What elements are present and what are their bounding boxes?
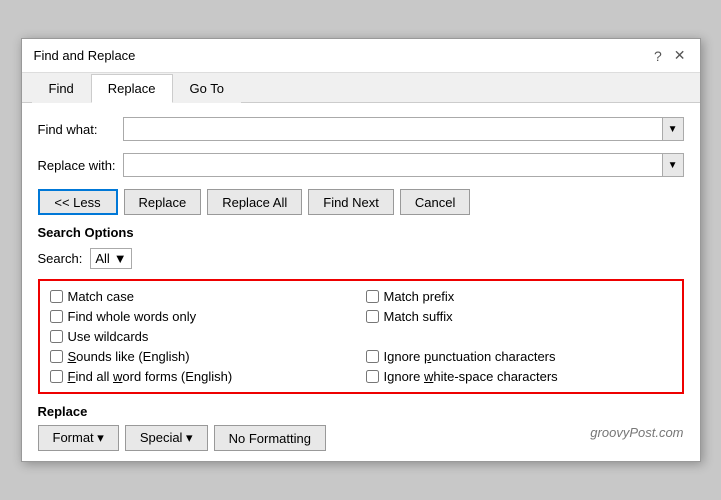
- search-select-arrow: ▼: [114, 251, 127, 266]
- match-prefix-label[interactable]: Match prefix: [384, 289, 455, 304]
- less-button[interactable]: << Less: [38, 189, 118, 215]
- ignore-punct-checkbox[interactable]: [366, 350, 379, 363]
- no-formatting-button[interactable]: No Formatting: [214, 425, 326, 451]
- match-prefix-item: Match prefix: [366, 289, 672, 304]
- find-what-label: Find what:: [38, 122, 123, 137]
- replace-with-dropdown[interactable]: ▼: [662, 154, 683, 176]
- replace-with-input-wrap: ▼: [123, 153, 684, 177]
- sounds-like-label[interactable]: Sounds like (English): [68, 349, 190, 364]
- word-forms-label[interactable]: Find all word forms (English): [68, 369, 233, 384]
- search-value: All: [95, 251, 109, 266]
- help-button[interactable]: ?: [652, 48, 664, 64]
- close-button[interactable]: ✕: [672, 47, 688, 64]
- sounds-like-item: Sounds like (English): [50, 349, 356, 364]
- dialog-content: Find what: ▼ Replace with: ▼ << Less Rep…: [22, 103, 700, 461]
- wildcards-checkbox[interactable]: [50, 330, 63, 343]
- format-button[interactable]: Format ▾: [38, 425, 119, 451]
- replace-section-title: Replace: [38, 404, 684, 419]
- word-forms-checkbox[interactable]: [50, 370, 63, 383]
- ignore-punct-item: Ignore punctuation characters: [366, 349, 672, 364]
- whole-words-checkbox[interactable]: [50, 310, 63, 323]
- cancel-button[interactable]: Cancel: [400, 189, 470, 215]
- title-icons: ? ✕: [652, 47, 688, 64]
- replace-buttons-row: Format ▾ Special ▾ No Formatting groovyP…: [38, 425, 684, 451]
- ignore-space-label[interactable]: Ignore white-space characters: [384, 369, 558, 384]
- replace-with-label: Replace with:: [38, 158, 123, 173]
- sounds-like-checkbox[interactable]: [50, 350, 63, 363]
- search-options-title: Search Options: [38, 225, 684, 240]
- find-replace-dialog: Find and Replace ? ✕ Find Replace Go To …: [21, 38, 701, 462]
- replace-section: Replace Format ▾ Special ▾ No Formatting…: [38, 404, 684, 451]
- search-row: Search: All ▼: [38, 248, 684, 269]
- find-what-dropdown[interactable]: ▼: [662, 118, 683, 140]
- tabs: Find Replace Go To: [22, 73, 700, 103]
- ignore-space-checkbox[interactable]: [366, 370, 379, 383]
- match-prefix-checkbox[interactable]: [366, 290, 379, 303]
- whole-words-label[interactable]: Find whole words only: [68, 309, 197, 324]
- match-suffix-label[interactable]: Match suffix: [384, 309, 453, 324]
- replace-button[interactable]: Replace: [124, 189, 202, 215]
- action-buttons: << Less Replace Replace All Find Next Ca…: [38, 189, 684, 215]
- title-bar: Find and Replace ? ✕: [22, 39, 700, 73]
- replace-all-button[interactable]: Replace All: [207, 189, 302, 215]
- special-button[interactable]: Special ▾: [125, 425, 208, 451]
- watermark: groovyPost.com: [590, 425, 683, 451]
- find-what-row: Find what: ▼: [38, 117, 684, 141]
- replace-with-row: Replace with: ▼: [38, 153, 684, 177]
- options-box: Match case Match prefix Find whole words…: [38, 279, 684, 394]
- match-case-item: Match case: [50, 289, 356, 304]
- tab-replace[interactable]: Replace: [91, 74, 173, 103]
- dialog-title: Find and Replace: [34, 48, 136, 63]
- word-forms-item: Find all word forms (English): [50, 369, 356, 384]
- match-suffix-checkbox[interactable]: [366, 310, 379, 323]
- match-case-checkbox[interactable]: [50, 290, 63, 303]
- find-what-input-wrap: ▼: [123, 117, 684, 141]
- wildcards-label[interactable]: Use wildcards: [68, 329, 149, 344]
- find-next-button[interactable]: Find Next: [308, 189, 394, 215]
- replace-with-input[interactable]: [124, 154, 662, 176]
- ignore-space-item: Ignore white-space characters: [366, 369, 672, 384]
- ignore-punct-label[interactable]: Ignore punctuation characters: [384, 349, 556, 364]
- search-select[interactable]: All ▼: [90, 248, 131, 269]
- wildcards-item: Use wildcards: [50, 329, 356, 344]
- match-suffix-item: Match suffix: [366, 309, 672, 324]
- tab-find[interactable]: Find: [32, 74, 91, 103]
- whole-words-item: Find whole words only: [50, 309, 356, 324]
- match-case-label[interactable]: Match case: [68, 289, 134, 304]
- find-what-input[interactable]: [124, 118, 662, 140]
- search-label: Search:: [38, 251, 83, 266]
- tab-goto[interactable]: Go To: [173, 74, 241, 103]
